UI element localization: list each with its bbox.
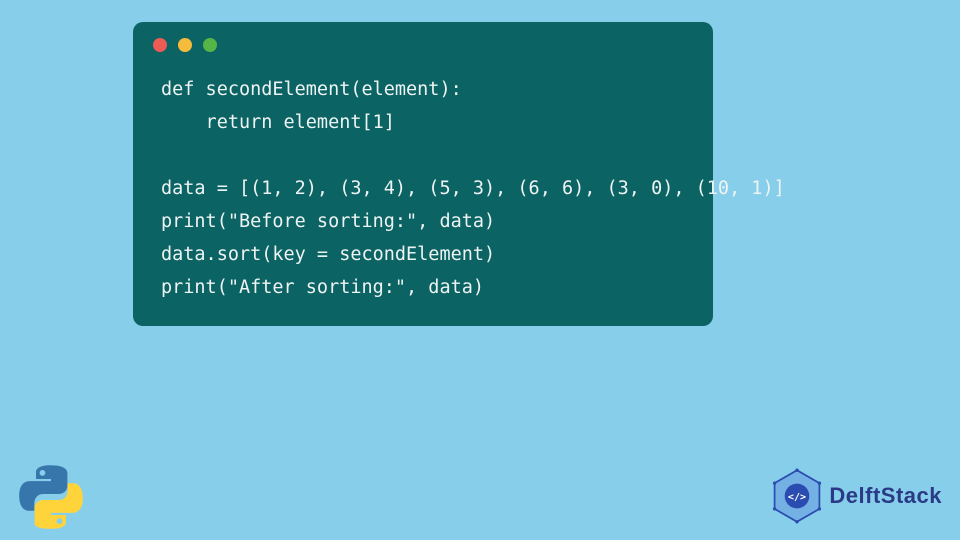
- code-line: print("Before sorting:", data): [161, 211, 495, 232]
- code-line: data.sort(key = secondElement): [161, 244, 495, 265]
- code-line: return element[1]: [161, 112, 395, 133]
- delftstack-emblem-icon: </>: [769, 468, 825, 524]
- svg-text:</>: </>: [788, 492, 806, 503]
- code-block: def secondElement(element): return eleme…: [133, 66, 713, 304]
- code-line: print("After sorting:", data): [161, 277, 484, 298]
- maximize-icon: [203, 38, 217, 52]
- delftstack-brand-text: DelftStack: [829, 483, 942, 509]
- close-icon: [153, 38, 167, 52]
- code-line: data = [(1, 2), (3, 4), (5, 3), (6, 6), …: [161, 178, 785, 199]
- window-controls: [133, 22, 713, 66]
- python-logo-icon: [18, 464, 84, 530]
- code-line: def secondElement(element):: [161, 79, 462, 100]
- minimize-icon: [178, 38, 192, 52]
- delftstack-logo: </> DelftStack: [769, 468, 942, 524]
- code-window: def secondElement(element): return eleme…: [133, 22, 713, 326]
